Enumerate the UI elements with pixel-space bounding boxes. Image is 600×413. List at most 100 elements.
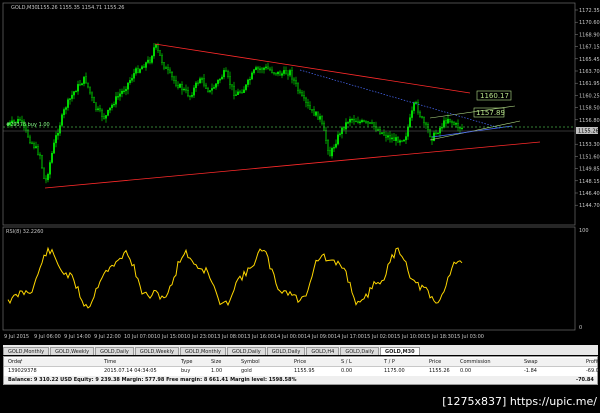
price-tick-label: 1167.15 <box>579 45 600 51</box>
candle-body <box>387 135 389 138</box>
column-header[interactable]: Size <box>211 358 221 366</box>
candle-body <box>149 59 151 63</box>
column-header[interactable]: Time <box>104 358 116 366</box>
column-header[interactable]: Swap <box>524 358 538 366</box>
column-header[interactable]: T / P <box>384 358 395 366</box>
candle-body <box>227 71 229 77</box>
chart-background <box>0 0 600 345</box>
time-tick-label: 13 Jul 08:00 <box>214 334 244 340</box>
candle-body <box>319 116 321 120</box>
time-tick-label: 15 Jul 02:00 <box>364 334 394 340</box>
candle-body <box>193 87 195 96</box>
candle-body <box>391 137 393 140</box>
candle-body <box>405 136 407 141</box>
trade-row[interactable]: 139029378 2015.07.14 04:34:05 buy 1.00 gold 1… <box>4 367 600 375</box>
chart-tab[interactable]: GOLD,Monthly <box>179 347 226 355</box>
candle-body <box>37 146 39 155</box>
candle-body <box>299 90 301 93</box>
candle-body <box>147 59 149 63</box>
chart-tab[interactable]: GOLD,Daily <box>227 347 266 355</box>
chart-area[interactable]: #29378 buy 1.00 1160.17 1157.89 GOLD,M30… <box>0 0 600 345</box>
candle-body <box>257 67 259 70</box>
candle-body <box>117 96 119 98</box>
target-upper-label: 1160.17 <box>480 92 509 100</box>
candle-body <box>247 79 249 85</box>
candle-body <box>419 111 421 117</box>
candle-body <box>277 71 279 75</box>
chart-tab[interactable]: GOLD,Weekly <box>134 347 179 355</box>
column-header[interactable]: / <box>20 358 22 366</box>
candle-body <box>317 111 319 120</box>
column-header[interactable]: Commission <box>460 358 491 366</box>
candle-body <box>271 69 273 73</box>
candle-body <box>265 66 267 69</box>
candle-body <box>139 68 141 73</box>
candle-body <box>53 142 55 154</box>
chart-tab[interactable]: GOLD,Weekly <box>50 347 95 355</box>
candle-body <box>241 92 243 94</box>
column-header[interactable]: S / L <box>341 358 352 366</box>
candle-body <box>357 121 359 124</box>
candle-body <box>353 118 355 122</box>
candle-body <box>99 108 101 111</box>
chart-tab[interactable]: GOLD,M30 <box>380 347 420 355</box>
rsi-axis-top: 100 <box>579 228 589 234</box>
time-tick-label: 10 Jul 07:00 <box>124 334 154 340</box>
candle-body <box>395 137 397 141</box>
candle-body <box>47 173 49 181</box>
candle-body <box>345 122 347 130</box>
candle-body <box>155 44 157 48</box>
chart-tab[interactable]: GOLD,Daily <box>266 347 306 355</box>
candle-body <box>85 76 87 84</box>
candle-body <box>355 120 357 123</box>
candle-body <box>303 95 305 99</box>
column-header[interactable]: Symbol <box>241 358 260 366</box>
current-price-tag-text: 1155.26 <box>578 129 599 135</box>
column-header[interactable]: Price <box>429 358 441 366</box>
chart-tab[interactable]: GOLD,Monthly <box>3 347 50 355</box>
candle-body <box>169 69 171 73</box>
candle-body <box>275 72 277 75</box>
column-header[interactable]: Type <box>181 358 192 366</box>
price-tick-label: 1156.80 <box>579 118 600 124</box>
candle-body <box>97 108 99 110</box>
candle-body <box>449 118 451 122</box>
chart-tab[interactable]: GOLD,H4 <box>306 347 340 355</box>
candle-body <box>311 109 313 111</box>
candle-body <box>383 132 385 136</box>
column-header[interactable]: Profit <box>586 358 599 366</box>
candle-body <box>171 71 173 78</box>
candle-body <box>135 68 137 74</box>
candle-body <box>333 147 335 149</box>
candle-body <box>185 88 187 91</box>
trade-cell: -1.84 <box>524 368 537 374</box>
price-tick-label: 1172.35 <box>579 8 600 14</box>
candle-body <box>269 68 271 71</box>
candle-body <box>337 134 339 145</box>
candle-body <box>385 134 387 138</box>
candle-body <box>65 107 67 110</box>
candle-body <box>389 135 391 140</box>
candle-body <box>297 83 299 92</box>
candle-body <box>279 71 281 76</box>
candle-body <box>179 83 181 88</box>
candle-body <box>343 127 345 130</box>
trade-cell: 1155.26 <box>429 368 450 374</box>
candle-body <box>245 84 247 90</box>
price-tick-label: 1146.40 <box>579 191 600 197</box>
candle-body <box>75 90 77 93</box>
time-tick-label: 15 Jul 03:00 <box>454 334 484 340</box>
candle-body <box>347 122 349 124</box>
chart-tab[interactable]: GOLD,Daily <box>95 347 134 355</box>
candle-body <box>307 102 309 106</box>
chart-tab[interactable]: GOLD,Daily <box>340 347 380 355</box>
candle-body <box>61 114 63 126</box>
candle-body <box>221 76 223 80</box>
candle-body <box>213 87 215 89</box>
candle-body <box>67 99 69 108</box>
column-header[interactable]: Price <box>294 358 306 366</box>
trade-cell: -69.00 <box>586 368 600 374</box>
candle-body <box>187 89 189 97</box>
candle-body <box>393 137 395 141</box>
candle-body <box>331 147 333 157</box>
